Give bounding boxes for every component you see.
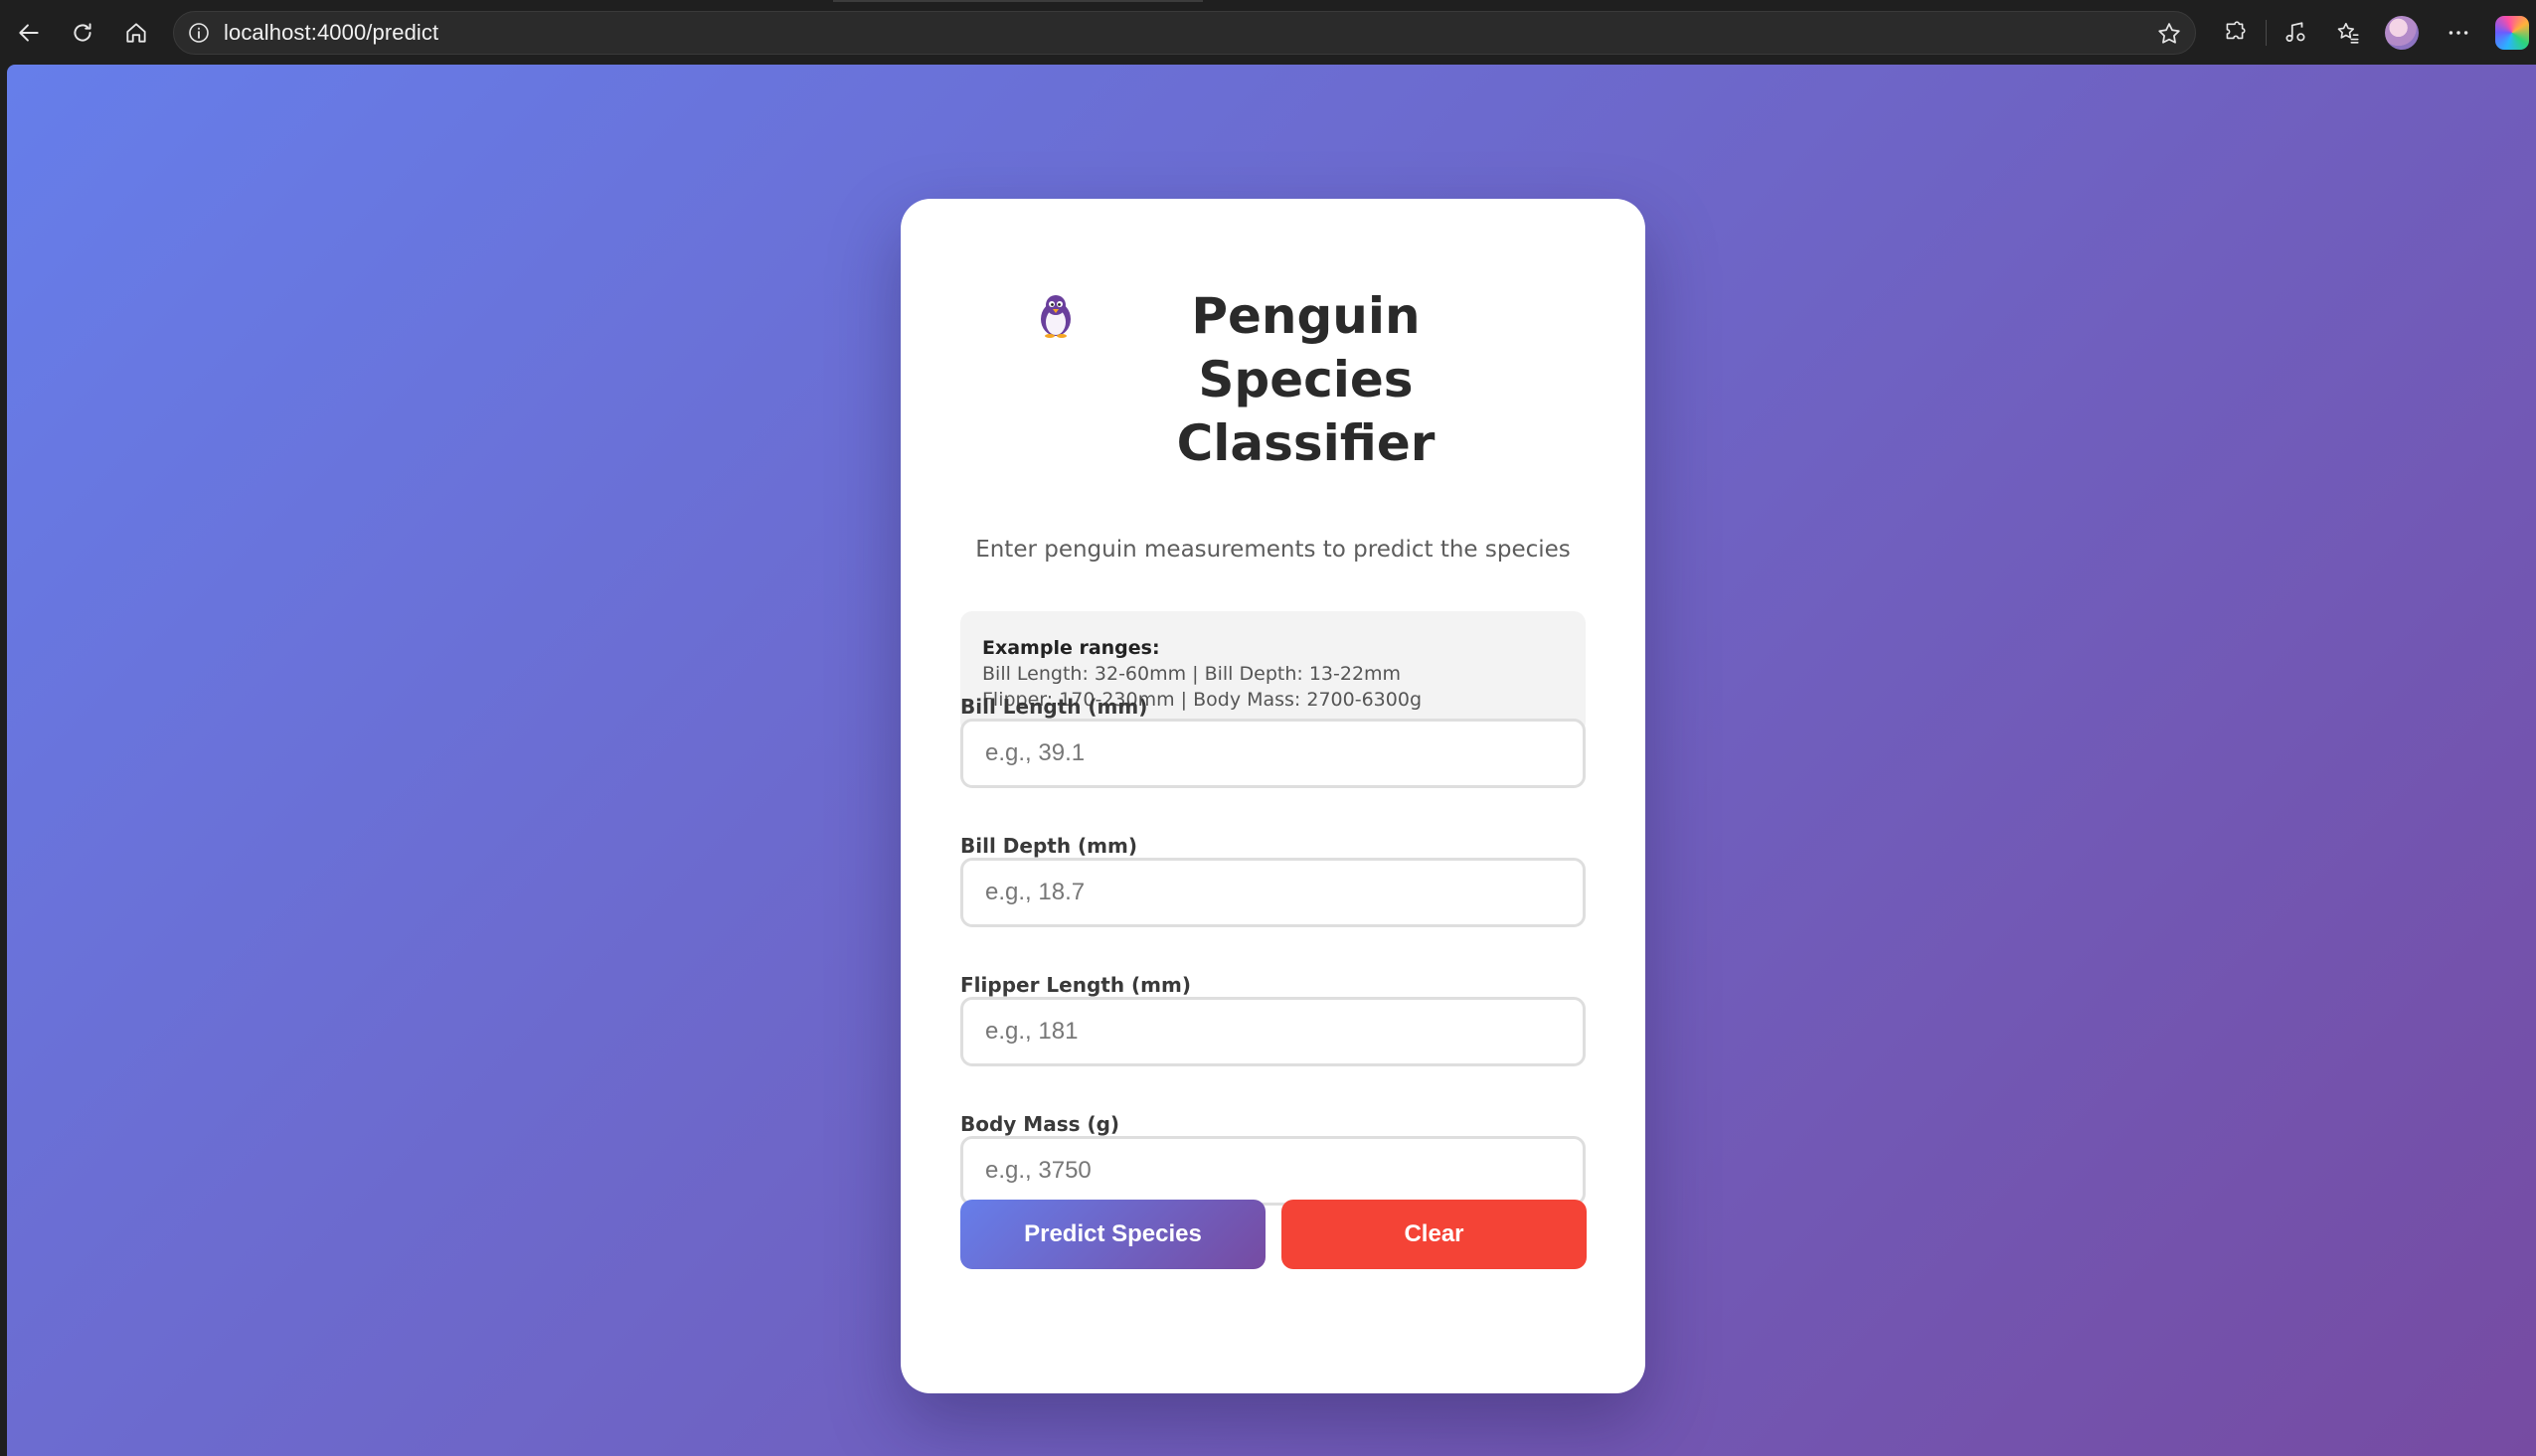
- bill-depth-label: Bill Depth (mm): [960, 834, 1137, 858]
- penguin-icon: [1040, 295, 1071, 338]
- tab-strip: [833, 0, 1203, 2]
- toolbar-divider: [2266, 20, 2267, 46]
- favorite-star-icon[interactable]: [2155, 20, 2183, 48]
- site-info-icon[interactable]: [186, 20, 212, 46]
- predict-species-button[interactable]: Predict Species: [960, 1200, 1266, 1269]
- flipper-length-label: Flipper Length (mm): [960, 973, 1191, 997]
- bill-depth-input[interactable]: [960, 858, 1586, 927]
- clear-button[interactable]: Clear: [1281, 1200, 1587, 1269]
- puzzle-icon: [2226, 21, 2246, 40]
- classifier-card: Penguin Species Classifier Enter penguin…: [901, 199, 1645, 1393]
- address-url[interactable]: localhost:4000/predict: [224, 20, 438, 46]
- body-mass-input[interactable]: [960, 1136, 1586, 1206]
- page-title-text: Penguin Species Classifier: [1176, 287, 1436, 472]
- flipper-length-input[interactable]: [960, 997, 1586, 1066]
- example-ranges-line-1: Bill Length: 32-60mm | Bill Depth: 13-22…: [982, 663, 1402, 685]
- page-subtitle: Enter penguin measurements to predict th…: [975, 537, 1571, 563]
- copilot-icon[interactable]: [2495, 16, 2529, 50]
- page-viewport: Penguin Species Classifier Enter penguin…: [7, 65, 2536, 1456]
- extensions-button[interactable]: [2214, 12, 2256, 54]
- page-title: Penguin Species Classifier: [901, 284, 1645, 475]
- reload-icon: [74, 23, 91, 42]
- profile-avatar[interactable]: [2385, 16, 2419, 50]
- back-button[interactable]: [8, 12, 50, 54]
- more-dots-icon: [2449, 31, 2468, 35]
- music-note-icon: [2285, 22, 2305, 42]
- home-button[interactable]: [115, 12, 157, 54]
- back-arrow-icon: [19, 24, 39, 42]
- browser-toolbar: localhost:4000/predict: [0, 0, 2536, 65]
- reload-button[interactable]: [62, 12, 103, 54]
- favorites-button[interactable]: [2327, 12, 2369, 54]
- more-menu-button[interactable]: [2438, 12, 2479, 54]
- home-icon: [126, 23, 146, 43]
- favorites-list-icon: [2337, 22, 2359, 44]
- body-mass-label: Body Mass (g): [960, 1112, 1120, 1136]
- bill-length-label: Bill Length (mm): [960, 695, 1148, 719]
- media-button[interactable]: [2275, 12, 2316, 54]
- address-bar[interactable]: localhost:4000/predict: [173, 11, 2196, 55]
- bill-length-input[interactable]: [960, 719, 1586, 788]
- example-ranges-heading: Example ranges:: [982, 637, 1160, 659]
